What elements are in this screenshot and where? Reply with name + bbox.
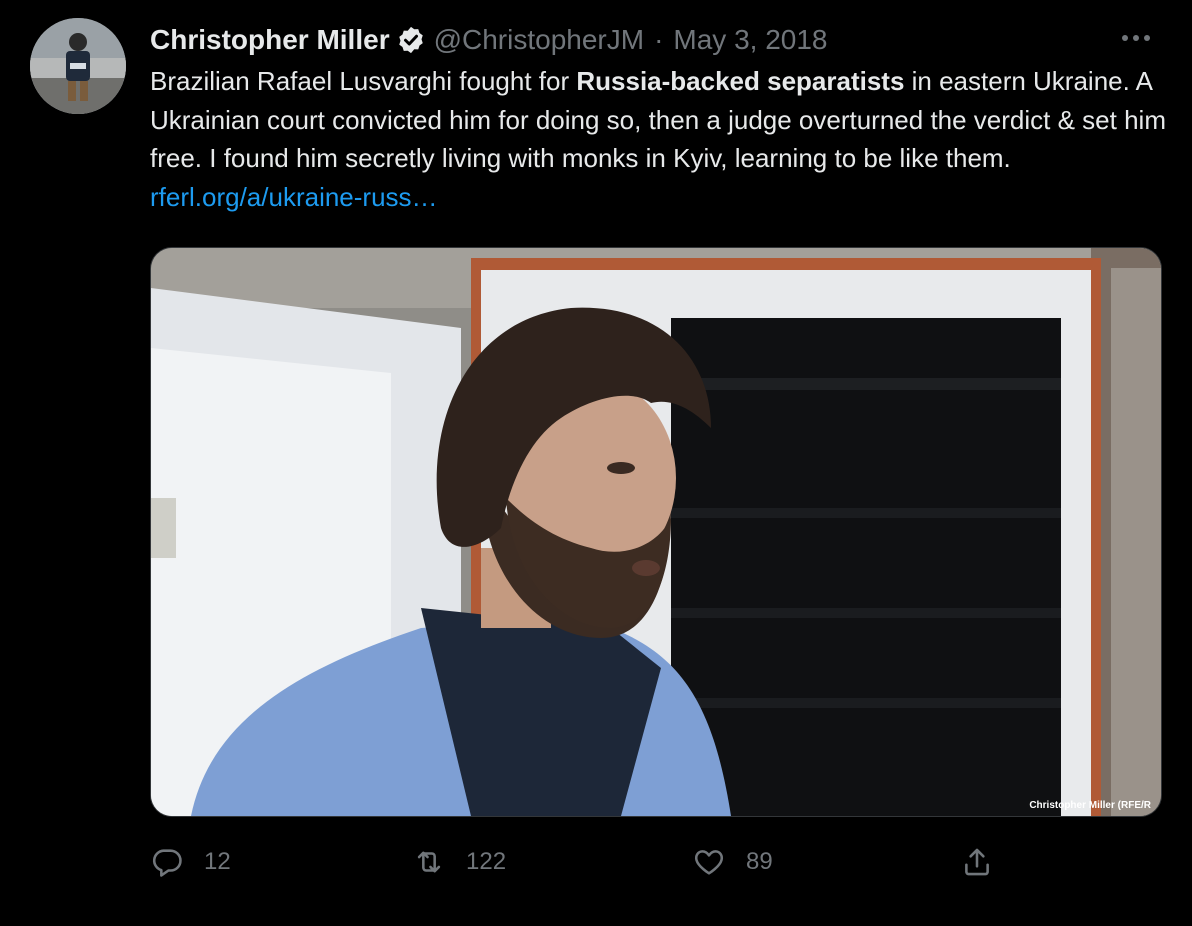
article-link[interactable]: rferl.org/a/ukraine-russ… bbox=[150, 182, 438, 212]
retweet-count: 122 bbox=[466, 848, 507, 875]
tweet-actions: 12 122 89 bbox=[150, 836, 1010, 888]
retweet-button[interactable]: 122 bbox=[412, 836, 506, 888]
photo-credit: Christopher Miller (RFE/R bbox=[1029, 800, 1151, 811]
retweet-icon bbox=[417, 851, 441, 873]
tweet-date[interactable]: May 3, 2018 bbox=[673, 20, 827, 60]
author-name[interactable]: Christopher Miller bbox=[150, 20, 390, 60]
reply-button[interactable]: 12 bbox=[150, 836, 231, 888]
tweet-header: Christopher Miller @ChristopherJM · May … bbox=[150, 20, 828, 60]
tweet-text: Brazilian Rafael Lusvarghi fought for Ru… bbox=[150, 62, 1170, 216]
reply-icon bbox=[152, 849, 182, 877]
header-separator: · bbox=[654, 24, 664, 55]
like-count: 89 bbox=[746, 848, 773, 875]
photo-illustration: Christopher Miller (RFE/R bbox=[151, 248, 1161, 816]
tweet-text-bold: Russia-backed separatists bbox=[576, 66, 905, 96]
reply-count: 12 bbox=[204, 848, 231, 875]
more-horizontal-icon[interactable] bbox=[1116, 22, 1156, 54]
share-icon bbox=[965, 848, 989, 876]
tweet-text-part1: Brazilian Rafael Lusvarghi fought for bbox=[150, 66, 577, 96]
tweet-media-photo[interactable]: Christopher Miller (RFE/R bbox=[150, 247, 1162, 817]
avatar-photo bbox=[30, 18, 126, 114]
like-button[interactable]: 89 bbox=[692, 836, 773, 888]
heart-icon bbox=[694, 850, 724, 875]
share-button[interactable] bbox=[960, 836, 1014, 888]
verified-badge-icon[interactable] bbox=[396, 25, 426, 55]
author-avatar[interactable] bbox=[30, 18, 126, 114]
author-handle[interactable]: @ChristopherJM bbox=[434, 20, 644, 60]
